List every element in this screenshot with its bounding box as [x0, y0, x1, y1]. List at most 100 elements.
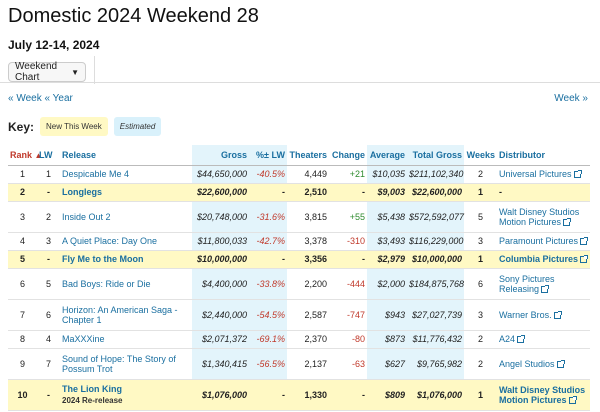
external-link-icon: [517, 335, 526, 343]
column-header-lw[interactable]: LW: [37, 145, 60, 166]
theaters-cell: 2,200: [287, 268, 329, 300]
distributor-link[interactable]: Walt Disney Studios Motion Pictures: [499, 207, 579, 227]
external-link-icon: [556, 359, 565, 368]
distributor-link[interactable]: Warner Bros.: [499, 310, 562, 320]
next-navigation: Week »: [554, 93, 588, 104]
distributor-cell: Warner Bros.: [497, 299, 590, 331]
column-header-pct-lw[interactable]: %± LW: [249, 145, 287, 166]
distributor-cell: Universal Pictures: [497, 165, 590, 184]
gross-cell: $2,440,000: [192, 299, 249, 331]
release-link[interactable]: Longlegs: [62, 187, 102, 197]
release-link[interactable]: The Lion King: [62, 384, 122, 394]
distributor-cell: Angel Studios: [497, 348, 590, 380]
release-cell: Inside Out 2: [60, 201, 192, 233]
column-header-distributor[interactable]: Distributor: [497, 145, 590, 166]
distributor-link[interactable]: Paramount Pictures: [499, 236, 589, 246]
gross-cell: $20,748,000: [192, 201, 249, 233]
distributor-cell: Columbia Pictures: [497, 250, 590, 269]
release-link[interactable]: Fly Me to the Moon: [62, 254, 144, 264]
release-cell: Fly Me to the Moon: [60, 250, 192, 269]
distributor-cell: Sony Pictures Releasing: [497, 268, 590, 300]
theaters-cell: 3,378: [287, 232, 329, 251]
gross-cell: $10,000,000: [192, 250, 249, 269]
lw-cell: 3: [37, 232, 60, 251]
weeks-cell: 2: [464, 165, 497, 184]
estimated-badge: Estimated: [113, 117, 162, 136]
column-header-total-gross[interactable]: Total Gross: [407, 145, 464, 166]
column-header-release[interactable]: Release: [60, 145, 192, 166]
rank-cell: 1: [8, 165, 37, 184]
release-cell: Bad Boys: Ride or Die: [60, 268, 192, 300]
pct-lw-cell: -: [249, 379, 287, 411]
lw-cell: 2: [37, 201, 60, 233]
distributor-link[interactable]: Universal Pictures: [499, 169, 582, 179]
lw-cell: 5: [37, 268, 60, 300]
release-cell: Longlegs: [60, 183, 192, 202]
average-cell: $10,035: [367, 165, 407, 184]
gross-cell: $4,400,000: [192, 268, 249, 300]
divider: [0, 82, 600, 83]
distributor-link[interactable]: A24: [499, 334, 526, 344]
change-cell: -: [329, 379, 367, 411]
column-header-weeks[interactable]: Weeks: [464, 145, 497, 166]
lw-cell: 4: [37, 330, 60, 349]
pct-lw-cell: -54.5%: [249, 299, 287, 331]
total-gross-cell: $211,102,340: [407, 165, 464, 184]
release-link[interactable]: A Quiet Place: Day One: [62, 236, 157, 246]
lw-cell: -: [37, 183, 60, 202]
column-header-theaters[interactable]: Theaters: [287, 145, 329, 166]
gross-cell: $22,600,000: [192, 183, 249, 202]
pct-lw-cell: -56.5%: [249, 348, 287, 380]
rank-cell: 9: [8, 348, 37, 380]
total-gross-cell: $572,592,077: [407, 201, 464, 233]
release-link[interactable]: Inside Out 2: [62, 212, 111, 222]
release-link[interactable]: Despicable Me 4: [62, 169, 129, 179]
prev-year-link[interactable]: « Year: [45, 93, 73, 104]
distributor-link[interactable]: Columbia Pictures: [499, 254, 589, 264]
theaters-cell: 2,370: [287, 330, 329, 349]
release-link[interactable]: Sound of Hope: The Story of Possum Trot: [62, 354, 176, 374]
total-gross-cell: $9,765,982: [407, 348, 464, 380]
external-link-icon: [563, 217, 572, 226]
gross-cell: $44,650,000: [192, 165, 249, 184]
rank-cell: 8: [8, 330, 37, 349]
table-row: 4 3 A Quiet Place: Day One $11,800,033 -…: [8, 232, 590, 251]
theaters-cell: 2,587: [287, 299, 329, 331]
change-cell: -63: [329, 348, 367, 380]
table-row: 3 2 Inside Out 2 $20,748,000 -31.6% 3,81…: [8, 201, 590, 233]
distributor-link[interactable]: Walt Disney Studios Motion Pictures: [499, 385, 585, 405]
distributor-link[interactable]: Angel Studios: [499, 359, 565, 369]
release-link[interactable]: Bad Boys: Ride or Die: [62, 279, 151, 289]
external-link-icon: [568, 395, 577, 404]
column-header-rank[interactable]: Rank ▲: [8, 145, 42, 166]
column-header-change[interactable]: Change: [329, 145, 367, 166]
weeks-cell: 3: [464, 232, 497, 251]
distributor-link[interactable]: Sony Pictures Releasing: [499, 274, 555, 294]
average-cell: $809: [367, 379, 407, 411]
chart-type-dropdown[interactable]: Weekend Chart ▼: [8, 61, 86, 83]
release-link[interactable]: Horizon: An American Saga - Chapter 1: [62, 305, 178, 325]
table-row: 10 - The Lion King 2024 Re-release $1,076…: [8, 379, 590, 411]
release-cell: Sound of Hope: The Story of Possum Trot: [60, 348, 192, 380]
table-row: 7 6 Horizon: An American Saga - Chapter …: [8, 299, 590, 331]
legend-key: Key: New This Week Estimated: [8, 117, 162, 136]
table-row: 8 4 MaXXXine $2,071,372 -69.1% 2,370 -80…: [8, 330, 590, 349]
release-link[interactable]: MaXXXine: [62, 334, 105, 344]
theaters-cell: 2,510: [287, 183, 329, 202]
column-header-gross[interactable]: Gross: [192, 145, 249, 166]
rank-cell: 2: [8, 183, 37, 202]
page-title: Domestic 2024 Weekend 28: [8, 5, 259, 27]
chevron-down-icon: ▼: [71, 67, 79, 77]
next-week-link[interactable]: Week »: [554, 93, 588, 104]
table-row: 1 1 Despicable Me 4 $44,650,000 -40.5% 4…: [8, 165, 590, 184]
prev-week-link[interactable]: « Week: [8, 93, 42, 104]
lw-cell: 7: [37, 348, 60, 380]
box-office-table: Rank ▲ LW Release Gross %± LW Theaters C…: [8, 145, 590, 411]
column-header-average[interactable]: Average: [367, 145, 407, 166]
rank-cell: 5: [8, 250, 37, 269]
external-link-icon: [541, 284, 550, 293]
total-gross-cell: $184,875,768: [407, 268, 464, 300]
weeks-cell: 2: [464, 348, 497, 380]
pct-lw-cell: -: [249, 183, 287, 202]
table-header-row: Rank ▲ LW Release Gross %± LW Theaters C…: [8, 145, 590, 166]
